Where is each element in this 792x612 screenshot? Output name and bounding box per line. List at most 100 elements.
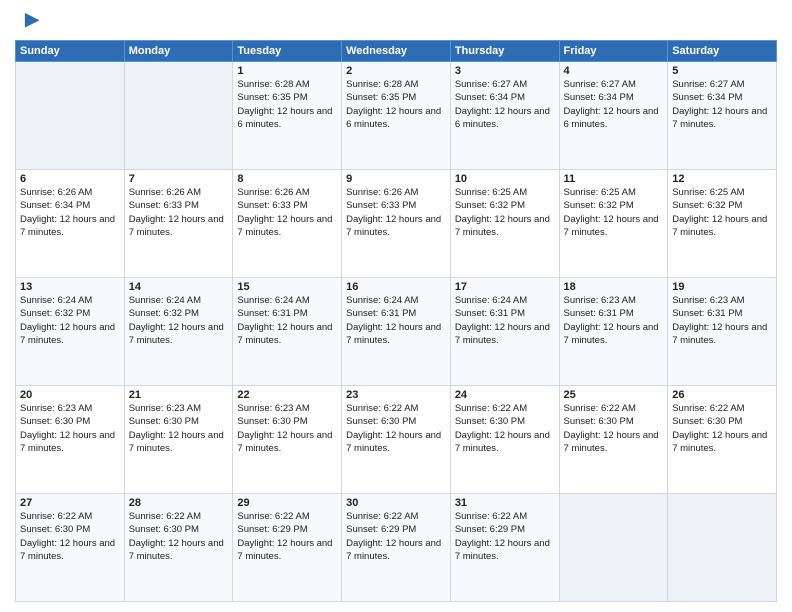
calendar-day-cell: 16Sunrise: 6:24 AMSunset: 6:31 PMDayligh…	[342, 278, 451, 386]
calendar-header: SundayMondayTuesdayWednesdayThursdayFrid…	[16, 41, 777, 62]
day-info: Sunrise: 6:24 AMSunset: 6:31 PMDaylight:…	[455, 294, 555, 347]
weekday-header: Wednesday	[342, 41, 451, 62]
day-number: 20	[20, 389, 120, 401]
calendar-day-cell: 10Sunrise: 6:25 AMSunset: 6:32 PMDayligh…	[450, 170, 559, 278]
day-info: Sunrise: 6:27 AMSunset: 6:34 PMDaylight:…	[672, 78, 772, 131]
logo	[15, 10, 41, 32]
day-info: Sunrise: 6:26 AMSunset: 6:33 PMDaylight:…	[129, 186, 229, 239]
calendar-body: 1 Sunrise: 6:28 AMSunset: 6:35 PMDaylight…	[16, 62, 777, 602]
calendar-day-cell: 7Sunrise: 6:26 AMSunset: 6:33 PMDaylight…	[124, 170, 233, 278]
day-info: Sunrise: 6:22 AMSunset: 6:29 PMDaylight:…	[237, 510, 337, 563]
calendar-week-row: 27Sunrise: 6:22 AMSunset: 6:30 PMDayligh…	[16, 494, 777, 602]
day-number: 23	[346, 389, 446, 401]
day-info: Sunrise: 6:23 AMSunset: 6:31 PMDaylight:…	[564, 294, 664, 347]
day-number: 14	[129, 281, 229, 293]
calendar-table: SundayMondayTuesdayWednesdayThursdayFrid…	[15, 40, 777, 602]
day-info: Sunrise: 6:22 AMSunset: 6:29 PMDaylight:…	[346, 510, 446, 563]
calendar-day-cell: 29Sunrise: 6:22 AMSunset: 6:29 PMDayligh…	[233, 494, 342, 602]
day-info: Sunrise: 6:26 AMSunset: 6:33 PMDaylight:…	[237, 186, 337, 239]
calendar-day-cell: 14Sunrise: 6:24 AMSunset: 6:32 PMDayligh…	[124, 278, 233, 386]
calendar-day-cell: 12Sunrise: 6:25 AMSunset: 6:32 PMDayligh…	[668, 170, 777, 278]
day-number: 1	[237, 65, 337, 77]
weekday-row: SundayMondayTuesdayWednesdayThursdayFrid…	[16, 41, 777, 62]
calendar-day-cell: 13Sunrise: 6:24 AMSunset: 6:32 PMDayligh…	[16, 278, 125, 386]
calendar-day-cell: 31Sunrise: 6:22 AMSunset: 6:29 PMDayligh…	[450, 494, 559, 602]
day-info: Sunrise: 6:23 AMSunset: 6:31 PMDaylight:…	[672, 294, 772, 347]
calendar-day-cell: 18Sunrise: 6:23 AMSunset: 6:31 PMDayligh…	[559, 278, 668, 386]
calendar-day-cell: 8Sunrise: 6:26 AMSunset: 6:33 PMDaylight…	[233, 170, 342, 278]
day-info: Sunrise: 6:27 AMSunset: 6:34 PMDaylight:…	[455, 78, 555, 131]
day-info: Sunrise: 6:25 AMSunset: 6:32 PMDaylight:…	[564, 186, 664, 239]
day-info: Sunrise: 6:23 AMSunset: 6:30 PMDaylight:…	[237, 402, 337, 455]
day-number: 26	[672, 389, 772, 401]
day-info: Sunrise: 6:27 AMSunset: 6:34 PMDaylight:…	[564, 78, 664, 131]
calendar-day-cell: 4Sunrise: 6:27 AMSunset: 6:34 PMDaylight…	[559, 62, 668, 170]
day-number: 30	[346, 497, 446, 509]
day-number: 8	[237, 173, 337, 185]
day-info: Sunrise: 6:22 AMSunset: 6:30 PMDaylight:…	[129, 510, 229, 563]
day-number: 17	[455, 281, 555, 293]
day-number: 22	[237, 389, 337, 401]
day-info: Sunrise: 6:22 AMSunset: 6:30 PMDaylight:…	[20, 510, 120, 563]
weekday-header: Monday	[124, 41, 233, 62]
calendar-day-cell: 24Sunrise: 6:22 AMSunset: 6:30 PMDayligh…	[450, 386, 559, 494]
weekday-header: Saturday	[668, 41, 777, 62]
day-number: 5	[672, 65, 772, 77]
day-info: Sunrise: 6:25 AMSunset: 6:32 PMDaylight:…	[672, 186, 772, 239]
calendar-day-cell: 2Sunrise: 6:28 AMSunset: 6:35 PMDaylight…	[342, 62, 451, 170]
calendar-day-cell	[668, 494, 777, 602]
calendar-day-cell: 11Sunrise: 6:25 AMSunset: 6:32 PMDayligh…	[559, 170, 668, 278]
day-number: 6	[20, 173, 120, 185]
calendar-day-cell: 17Sunrise: 6:24 AMSunset: 6:31 PMDayligh…	[450, 278, 559, 386]
day-info: Sunrise: 6:24 AMSunset: 6:31 PMDaylight:…	[237, 294, 337, 347]
calendar-day-cell: 30Sunrise: 6:22 AMSunset: 6:29 PMDayligh…	[342, 494, 451, 602]
day-info: Sunrise: 6:24 AMSunset: 6:32 PMDaylight:…	[129, 294, 229, 347]
day-info: Sunrise: 6:26 AMSunset: 6:33 PMDaylight:…	[346, 186, 446, 239]
calendar-day-cell: 28Sunrise: 6:22 AMSunset: 6:30 PMDayligh…	[124, 494, 233, 602]
day-info: Sunrise: 6:22 AMSunset: 6:30 PMDaylight:…	[346, 402, 446, 455]
calendar-day-cell: 22Sunrise: 6:23 AMSunset: 6:30 PMDayligh…	[233, 386, 342, 494]
calendar-day-cell: 15Sunrise: 6:24 AMSunset: 6:31 PMDayligh…	[233, 278, 342, 386]
day-info: Sunrise: 6:28 AMSunset: 6:35 PMDaylight:…	[346, 78, 446, 131]
day-info: Sunrise: 6:22 AMSunset: 6:29 PMDaylight:…	[455, 510, 555, 563]
day-info: Sunrise: 6:22 AMSunset: 6:30 PMDaylight:…	[672, 402, 772, 455]
calendar-day-cell: 9Sunrise: 6:26 AMSunset: 6:33 PMDaylight…	[342, 170, 451, 278]
day-number: 4	[564, 65, 664, 77]
weekday-header: Sunday	[16, 41, 125, 62]
page: SundayMondayTuesdayWednesdayThursdayFrid…	[0, 0, 792, 612]
calendar-day-cell: 20Sunrise: 6:23 AMSunset: 6:30 PMDayligh…	[16, 386, 125, 494]
calendar-day-cell: 6Sunrise: 6:26 AMSunset: 6:34 PMDaylight…	[16, 170, 125, 278]
calendar-day-cell	[16, 62, 125, 170]
day-number: 13	[20, 281, 120, 293]
calendar-week-row: 13Sunrise: 6:24 AMSunset: 6:32 PMDayligh…	[16, 278, 777, 386]
calendar-day-cell	[559, 494, 668, 602]
calendar-day-cell: 5Sunrise: 6:27 AMSunset: 6:34 PMDaylight…	[668, 62, 777, 170]
day-number: 24	[455, 389, 555, 401]
day-number: 31	[455, 497, 555, 509]
weekday-header: Friday	[559, 41, 668, 62]
header	[15, 10, 777, 32]
day-info: Sunrise: 6:24 AMSunset: 6:32 PMDaylight:…	[20, 294, 120, 347]
calendar-week-row: 20 Sunrise: 6:23 AMSunset: 6:30 PMDayligh…	[16, 386, 777, 494]
calendar-day-cell: 19Sunrise: 6:23 AMSunset: 6:31 PMDayligh…	[668, 278, 777, 386]
day-number: 16	[346, 281, 446, 293]
day-number: 25	[564, 389, 664, 401]
day-info: Sunrise: 6:25 AMSunset: 6:32 PMDaylight:…	[455, 186, 555, 239]
calendar-week-row: 1 Sunrise: 6:28 AMSunset: 6:35 PMDaylight…	[16, 62, 777, 170]
day-number: 29	[237, 497, 337, 509]
day-number: 27	[20, 497, 120, 509]
day-number: 12	[672, 173, 772, 185]
day-number: 11	[564, 173, 664, 185]
day-number: 15	[237, 281, 337, 293]
day-number: 28	[129, 497, 229, 509]
day-number: 18	[564, 281, 664, 293]
day-info: Sunrise: 6:24 AMSunset: 6:31 PMDaylight:…	[346, 294, 446, 347]
day-number: 3	[455, 65, 555, 77]
day-info: Sunrise: 6:23 AMSunset: 6:30 PMDaylight:…	[129, 402, 229, 455]
calendar-day-cell: 1Sunrise: 6:28 AMSunset: 6:35 PMDaylight…	[233, 62, 342, 170]
day-number: 10	[455, 173, 555, 185]
day-info: Sunrise: 6:22 AMSunset: 6:30 PMDaylight:…	[564, 402, 664, 455]
calendar-day-cell: 26Sunrise: 6:22 AMSunset: 6:30 PMDayligh…	[668, 386, 777, 494]
day-number: 2	[346, 65, 446, 77]
weekday-header: Tuesday	[233, 41, 342, 62]
